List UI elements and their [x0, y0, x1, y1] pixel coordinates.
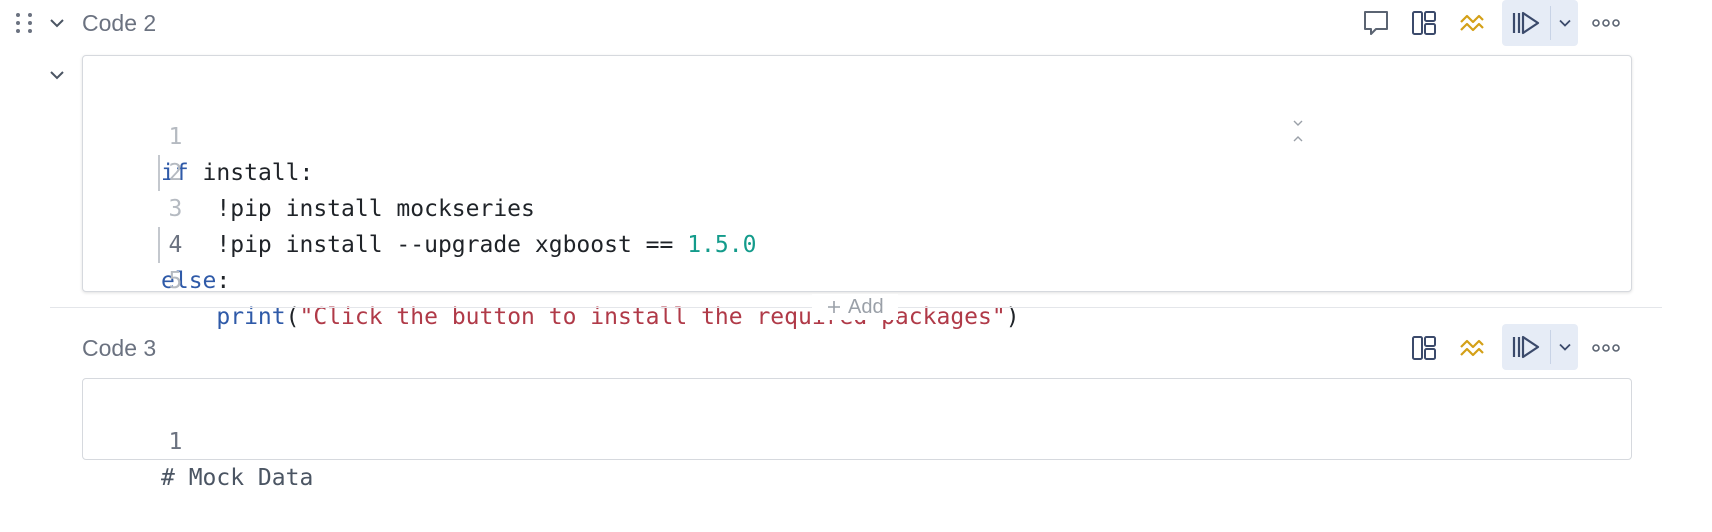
chevron-down-icon	[50, 19, 64, 28]
run-button-group	[1502, 324, 1578, 370]
line-number: 1	[168, 124, 183, 150]
layout-button[interactable]	[1404, 328, 1444, 368]
line-number: 4	[168, 232, 183, 258]
run-options-dropdown[interactable]	[1551, 324, 1578, 370]
ai-assist-button[interactable]	[1452, 328, 1492, 368]
line-number: 3	[168, 196, 183, 222]
run-cell-button[interactable]	[1502, 0, 1550, 46]
code-line: 3 !pip install --upgrade xgboost == 1.5.…	[83, 155, 757, 258]
comment-button[interactable]	[1356, 3, 1396, 43]
code-token: # Mock Data	[161, 465, 314, 491]
line-number: 5	[168, 268, 183, 294]
code-token: !pip install --upgrade xgboost ==	[161, 232, 688, 258]
code-token: 1.5.0	[687, 232, 757, 258]
run-cell-button[interactable]	[1502, 324, 1550, 370]
chevron-down-icon	[1558, 343, 1571, 351]
run-cell-icon	[1512, 11, 1540, 35]
cell-title[interactable]: Code 2	[82, 10, 156, 37]
plus-icon	[828, 301, 840, 313]
code-text: # Mock Data	[161, 460, 313, 496]
code-line: 1 # Mock Data	[83, 388, 313, 491]
chevron-down-icon	[50, 71, 64, 80]
code-editor[interactable]: 1 if install: 2 !pip install mockseries …	[82, 55, 1632, 330]
collapse-code-button[interactable]	[46, 64, 68, 86]
ai-assist-icon	[1460, 14, 1484, 32]
fold-arrows-icon[interactable]	[1291, 118, 1305, 149]
run-options-dropdown[interactable]	[1551, 0, 1578, 46]
code-text: if install:	[161, 155, 313, 191]
code-token: !pip install mockseries	[161, 196, 535, 222]
more-options-icon	[1592, 344, 1620, 352]
more-options-button[interactable]	[1586, 328, 1626, 368]
layout-button[interactable]	[1404, 3, 1444, 43]
run-cell-icon	[1512, 335, 1540, 359]
code-line: 4 else:	[83, 191, 230, 294]
line-number: 2	[168, 160, 183, 186]
code-line: 5 print("Click the button to install the…	[83, 227, 1020, 330]
code-text: !pip install mockseries	[161, 191, 535, 227]
more-options-button[interactable]	[1586, 3, 1626, 43]
line-number: 1	[168, 429, 183, 455]
code-line: 1 if install:	[83, 83, 313, 186]
ai-assist-icon	[1460, 339, 1484, 357]
drag-handle-icon[interactable]	[16, 10, 36, 36]
code-token: install:	[188, 160, 314, 186]
cell-title[interactable]: Code 3	[82, 335, 156, 362]
chevron-down-icon	[1558, 19, 1571, 27]
code-line: 2 !pip install mockseries	[83, 119, 535, 222]
add-cell-label: Add	[848, 295, 884, 318]
more-options-icon	[1592, 19, 1620, 27]
comment-icon	[1364, 11, 1388, 35]
layout-panel-icon	[1412, 11, 1436, 35]
add-cell-button[interactable]: Add	[812, 294, 898, 320]
code-token: :	[216, 268, 231, 294]
collapse-cell-button[interactable]	[46, 12, 68, 34]
layout-panel-icon	[1412, 336, 1436, 360]
run-button-group	[1502, 0, 1578, 46]
ai-assist-button[interactable]	[1452, 3, 1492, 43]
code-text: !pip install --upgrade xgboost == 1.5.0	[161, 227, 756, 263]
